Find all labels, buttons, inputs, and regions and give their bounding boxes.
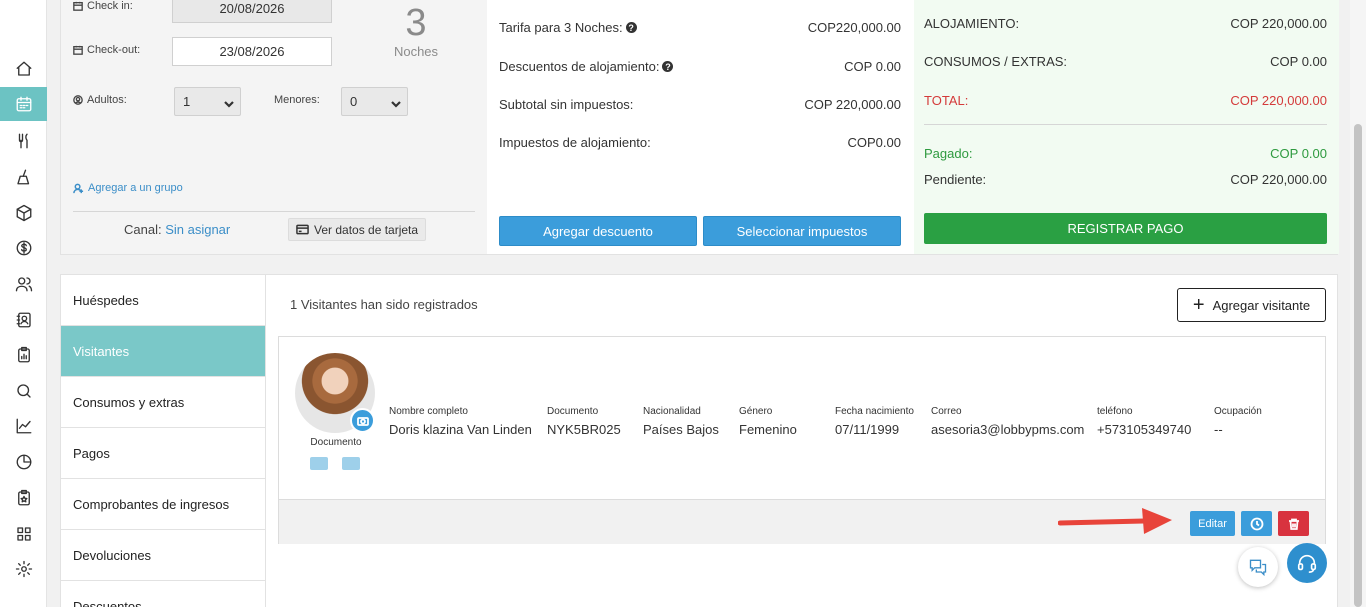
- divider: [924, 124, 1327, 125]
- trash-icon: [1288, 518, 1299, 530]
- add-to-group-link[interactable]: Agregar a un grupo: [73, 182, 183, 194]
- clipboard-star-icon[interactable]: [0, 481, 47, 515]
- dollar-icon[interactable]: [0, 231, 47, 265]
- channel-link[interactable]: Sin asignar: [165, 222, 230, 237]
- field-birthdate: Fecha nacimiento 07/11/1999: [835, 406, 914, 437]
- rate-row: Descuentos de alojamiento:? COP 0.00: [499, 59, 901, 74]
- total-row: TOTAL: COP 220,000.00: [924, 93, 1327, 108]
- pie-chart-icon[interactable]: [0, 445, 47, 479]
- scrollbar-thumb[interactable]: [1354, 124, 1362, 607]
- utensils-icon[interactable]: [0, 124, 47, 158]
- adults-select[interactable]: 1: [174, 87, 241, 116]
- calendar-icon: [73, 1, 83, 11]
- stay-panel: Check in: 20/08/2026 Check-out: 23/08/20…: [61, 0, 487, 254]
- tab-descuentos[interactable]: Descuentos: [61, 581, 265, 607]
- users-icon[interactable]: [0, 267, 47, 301]
- visitors-panel: 1 Visitantes han sido registrados + Agre…: [266, 275, 1339, 607]
- box-icon[interactable]: [0, 196, 47, 230]
- field-email: Correo asesoria3@lobbypms.com: [931, 406, 1085, 437]
- rates-panel: Tarifa para 3 Noches:? COP220,000.00 Des…: [487, 0, 914, 254]
- minors-select[interactable]: 0: [341, 87, 408, 116]
- rate-row: Subtotal sin impuestos: COP 220,000.00: [499, 97, 901, 112]
- divider: [73, 211, 475, 212]
- broom-icon[interactable]: [0, 160, 47, 194]
- home-icon[interactable]: [0, 52, 47, 86]
- help-icon[interactable]: ?: [662, 61, 674, 72]
- history-button[interactable]: [1241, 511, 1272, 536]
- id-card-back-icon[interactable]: [342, 457, 360, 470]
- search-icon[interactable]: [0, 374, 47, 408]
- chat-icon: [1249, 559, 1267, 577]
- arrow-annotation-icon: [1058, 508, 1172, 534]
- support-button[interactable]: [1287, 543, 1327, 583]
- field-phone: teléfono +573105349740: [1097, 406, 1192, 437]
- checkout-field[interactable]: 23/08/2026: [172, 37, 332, 66]
- extras-row: CONSUMOS / EXTRAS: COP 0.00: [924, 54, 1327, 69]
- view-card-button[interactable]: Ver datos de tarjeta: [288, 218, 427, 241]
- tab-devoluciones[interactable]: Devoluciones: [61, 530, 265, 581]
- document-label: Documento: [310, 437, 362, 448]
- rate-row: Tarifa para 3 Noches:? COP220,000.00: [499, 20, 901, 35]
- headset-icon: [1297, 554, 1317, 573]
- lodging-row: ALOJAMIENTO: COP 220,000.00: [924, 16, 1327, 31]
- user-plus-icon: [73, 183, 84, 193]
- nights-count: 3: [405, 2, 427, 44]
- gear-icon[interactable]: [0, 552, 47, 586]
- tab-pagos[interactable]: Pagos: [61, 428, 265, 479]
- field-full-name: Nombre completo Doris klazina Van Linden: [389, 406, 532, 437]
- edit-button[interactable]: Editar: [1190, 511, 1235, 536]
- paid-row: Pagado: COP 0.00: [924, 146, 1327, 161]
- camera-icon[interactable]: [350, 408, 375, 433]
- chart-line-icon[interactable]: [0, 409, 47, 443]
- plus-icon: +: [1192, 294, 1205, 316]
- add-discount-button[interactable]: Agregar descuento: [499, 216, 697, 246]
- chevron-down-icon: [224, 97, 234, 108]
- pending-row: Pendiente: COP 220,000.00: [924, 172, 1327, 187]
- tab-visitantes[interactable]: Visitantes: [61, 326, 265, 377]
- user-circle-icon: [73, 95, 83, 105]
- chevron-down-icon: [391, 97, 401, 108]
- chat-button[interactable]: [1238, 547, 1278, 587]
- clipboard-icon[interactable]: [0, 338, 47, 372]
- section-tabs: Huéspedes Visitantes Consumos y extras P…: [61, 275, 266, 607]
- sidebar: [0, 0, 47, 607]
- reservation-card: Check in: 20/08/2026 Check-out: 23/08/20…: [60, 0, 1339, 255]
- calendar-icon[interactable]: [0, 87, 47, 121]
- credit-card-icon: [296, 224, 309, 235]
- field-gender: Género Femenino: [739, 406, 797, 437]
- adults-label: Adultos:: [73, 94, 127, 106]
- field-nationality: Nacionalidad Países Bajos: [643, 406, 719, 437]
- payment-summary: ALOJAMIENTO: COP 220,000.00 CONSUMOS / E…: [914, 0, 1339, 254]
- add-visitor-button[interactable]: + Agregar visitante: [1177, 288, 1326, 322]
- checkout-label: Check-out:: [73, 44, 140, 56]
- id-card-front-icon[interactable]: [310, 457, 328, 470]
- delete-button[interactable]: [1278, 511, 1309, 536]
- tab-comprobantes[interactable]: Comprobantes de ingresos: [61, 479, 265, 530]
- clock-icon: [1250, 517, 1263, 530]
- apps-icon[interactable]: [0, 517, 47, 551]
- nights-label: Noches: [393, 44, 439, 59]
- tab-huespedes[interactable]: Huéspedes: [61, 275, 265, 326]
- reservation-detail: Huéspedes Visitantes Consumos y extras P…: [60, 274, 1338, 607]
- field-document: Documento NYK5BR025: [547, 406, 621, 437]
- calendar-icon: [73, 45, 83, 55]
- field-occupation: Ocupación --: [1214, 406, 1262, 437]
- checkin-label: Check in:: [73, 0, 133, 12]
- rate-row: Impuestos de alojamiento: COP0.00: [499, 135, 901, 150]
- visitor-count: 1 Visitantes han sido registrados: [290, 297, 478, 312]
- help-icon[interactable]: ?: [625, 22, 637, 33]
- vertical-scrollbar[interactable]: [1350, 0, 1366, 607]
- checkin-field: 20/08/2026: [172, 0, 332, 23]
- select-taxes-button[interactable]: Seleccionar impuestos: [703, 216, 901, 246]
- contacts-icon[interactable]: [0, 303, 47, 337]
- tab-consumos[interactable]: Consumos y extras: [61, 377, 265, 428]
- channel-info: Canal: Sin asignar: [124, 222, 231, 237]
- register-payment-button[interactable]: REGISTRAR PAGO: [924, 213, 1327, 244]
- minors-label: Menores:: [274, 94, 320, 106]
